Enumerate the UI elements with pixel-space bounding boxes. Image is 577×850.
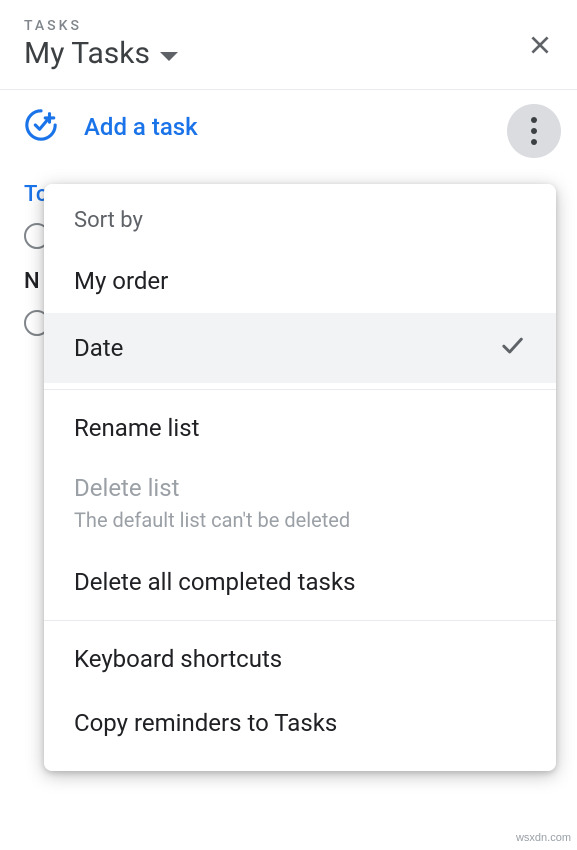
app-label: TASKS (24, 18, 553, 34)
add-task-button[interactable]: Add a task (84, 113, 198, 141)
menu-item-label: My order (74, 267, 168, 295)
more-options-button[interactable] (507, 104, 561, 158)
delete-completed[interactable]: Delete all completed tasks (44, 550, 556, 614)
more-vertical-icon (531, 117, 537, 145)
sort-by-header: Sort by (44, 200, 556, 249)
check-icon (498, 331, 526, 365)
delete-list-label: Delete list (74, 474, 526, 502)
sort-date[interactable]: Date (44, 313, 556, 383)
copy-reminders[interactable]: Copy reminders to Tasks (44, 691, 556, 755)
menu-item-label: Copy reminders to Tasks (74, 709, 337, 737)
menu-divider (44, 389, 556, 390)
menu-item-label: Rename list (74, 414, 199, 442)
header: TASKS My Tasks (0, 0, 577, 90)
menu-divider (44, 620, 556, 621)
list-selector[interactable]: My Tasks (24, 36, 553, 71)
rename-list[interactable]: Rename list (44, 396, 556, 460)
toolbar: Add a task (0, 90, 577, 164)
close-button[interactable] (527, 32, 553, 62)
menu-item-label: Date (74, 334, 123, 362)
options-menu: Sort by My order Date Rename list Delete… (44, 184, 556, 771)
add-task-icon[interactable] (24, 108, 58, 146)
sort-my-order[interactable]: My order (44, 249, 556, 313)
keyboard-shortcuts[interactable]: Keyboard shortcuts (44, 627, 556, 691)
watermark: wsxdn.com (516, 832, 571, 844)
menu-item-label: Keyboard shortcuts (74, 645, 282, 673)
delete-list: Delete list The default list can't be de… (44, 460, 556, 550)
list-title: My Tasks (24, 36, 150, 71)
menu-item-label: Delete all completed tasks (74, 568, 356, 596)
close-icon (527, 32, 553, 58)
chevron-down-icon (160, 52, 178, 61)
delete-list-sub: The default list can't be deleted (74, 508, 526, 532)
